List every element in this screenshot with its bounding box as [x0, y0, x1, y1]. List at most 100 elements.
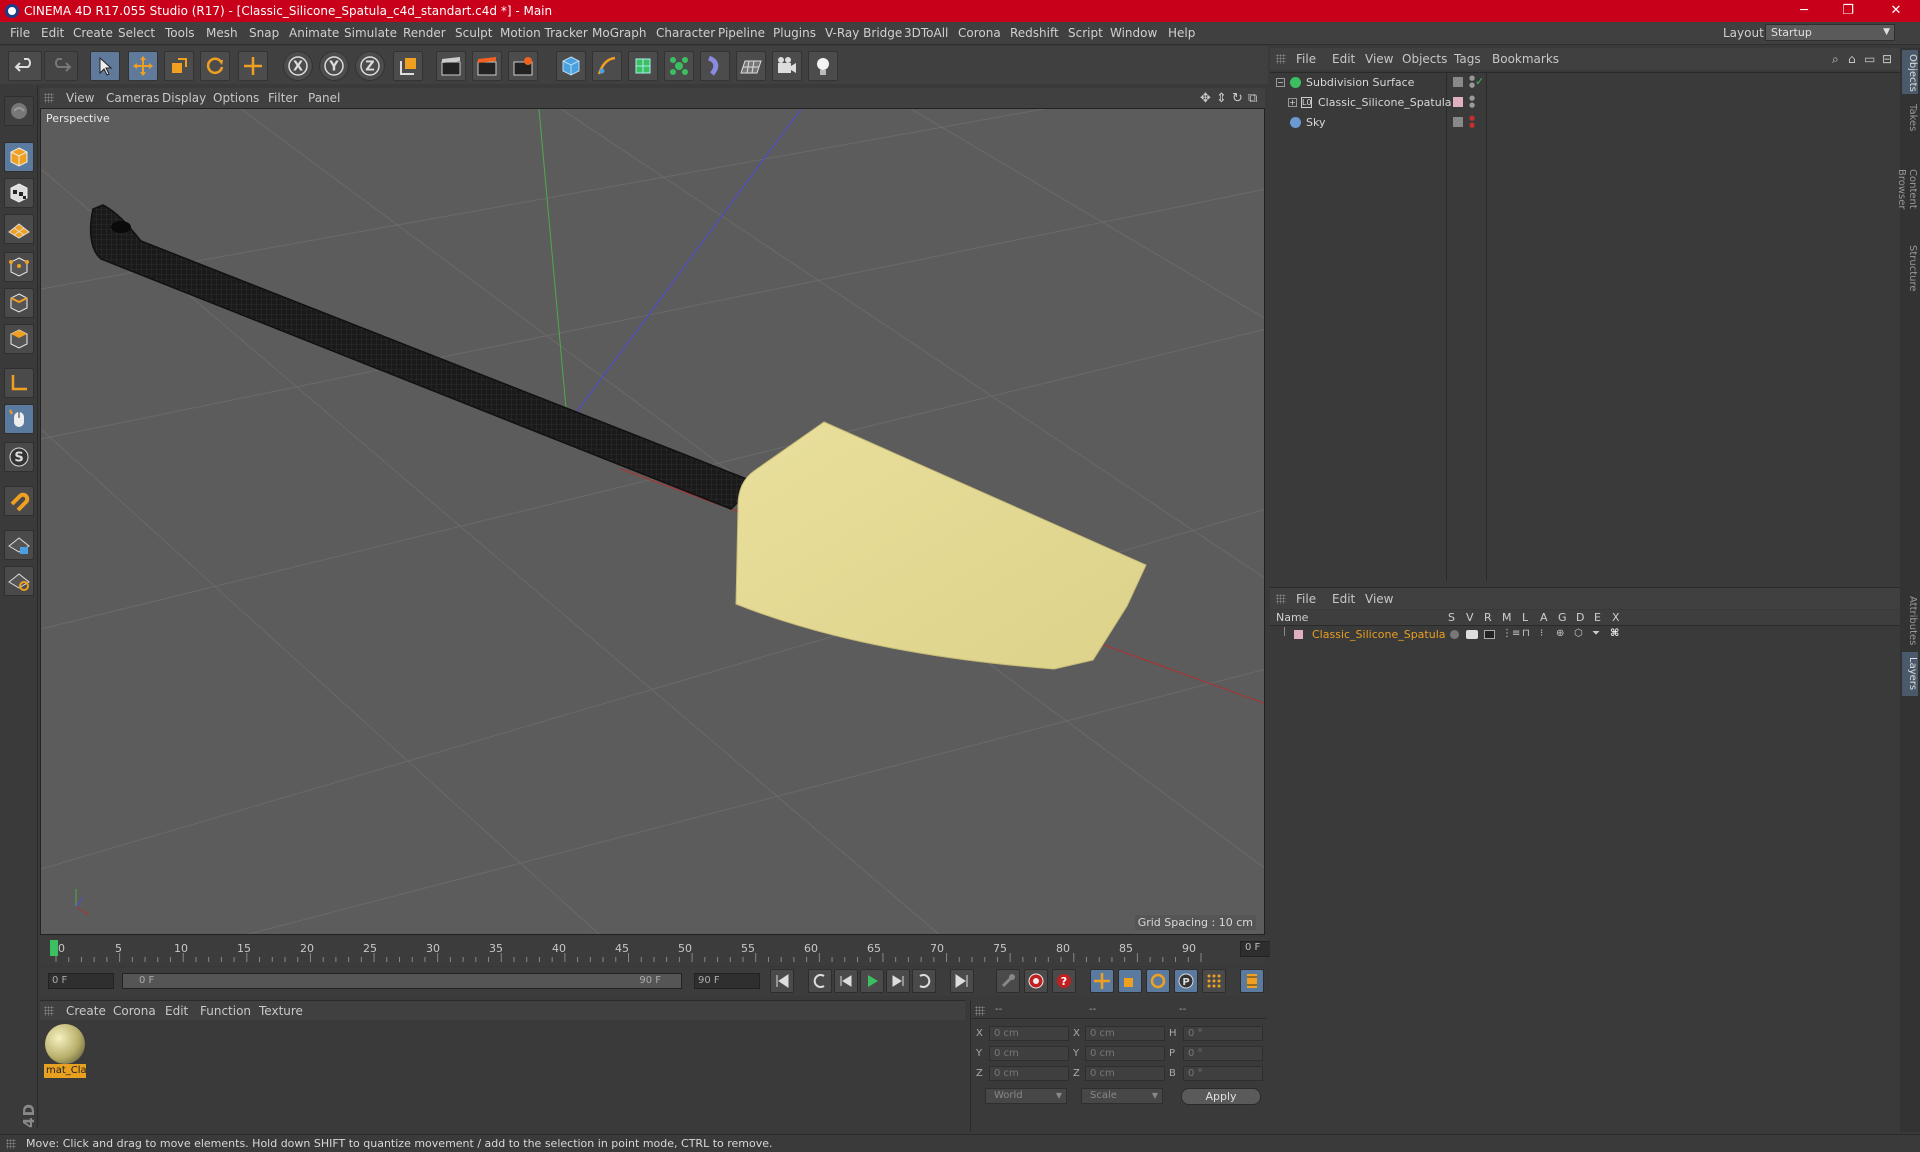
- playhead[interactable]: [50, 940, 58, 956]
- column-generators[interactable]: G: [1558, 611, 1567, 624]
- z-axis-lock-button[interactable]: Z: [355, 51, 385, 81]
- next-frame-button[interactable]: [886, 969, 910, 993]
- visibility-dots-icon[interactable]: ● ●: [1469, 95, 1475, 109]
- live-selection-button[interactable]: [238, 51, 268, 81]
- layer-swatch-icon[interactable]: [1453, 97, 1463, 107]
- layer-color-swatch[interactable]: [1294, 630, 1303, 639]
- material-menu-function[interactable]: Function: [200, 1004, 251, 1018]
- tab-takes[interactable]: Takes: [1902, 98, 1918, 138]
- menu-render[interactable]: Render: [403, 26, 446, 40]
- viewport-move-icon[interactable]: ✥: [1200, 91, 1211, 106]
- viewport-menu-panel[interactable]: Panel: [308, 91, 340, 105]
- layout-select[interactable]: Startup ▼: [1765, 24, 1895, 41]
- expression-icon[interactable]: ⏷: [1592, 628, 1600, 639]
- column-name[interactable]: Name: [1276, 611, 1308, 624]
- menu-snap[interactable]: Snap: [249, 26, 279, 40]
- model-mode-button[interactable]: [4, 142, 34, 172]
- frame-range-slider[interactable]: 0 F 90 F: [122, 973, 682, 989]
- redo-button[interactable]: [44, 51, 78, 81]
- coordinate-mode-select[interactable]: Scale ▼: [1081, 1088, 1163, 1104]
- tab-content-browser[interactable]: Content Browser: [1896, 144, 1918, 234]
- menu-plugins[interactable]: Plugins: [773, 26, 816, 40]
- menu-vray-bridge[interactable]: V-Ray Bridge: [825, 26, 902, 40]
- viewport-menu-display[interactable]: Display: [162, 91, 206, 105]
- planar-workplane-button[interactable]: [4, 566, 34, 596]
- size-y-field[interactable]: 0 cm: [1085, 1046, 1165, 1061]
- menu-mesh[interactable]: Mesh: [206, 26, 238, 40]
- layers-menu-file[interactable]: File: [1296, 592, 1316, 606]
- spline-pen-button[interactable]: [592, 51, 622, 81]
- xref-icon[interactable]: ⌘: [1610, 628, 1619, 639]
- end-frame-field[interactable]: 90 F: [694, 973, 760, 989]
- menu-corona[interactable]: Corona: [958, 26, 1001, 40]
- layers-menu-view[interactable]: View: [1365, 592, 1393, 606]
- objects-menu-objects[interactable]: Objects: [1402, 52, 1447, 66]
- cloner-button[interactable]: [664, 51, 694, 81]
- position-x-field[interactable]: 0 cm: [989, 1026, 1069, 1041]
- texture-mode-button[interactable]: [4, 178, 34, 208]
- column-render[interactable]: R: [1484, 611, 1492, 624]
- tweak-mode-button[interactable]: [4, 404, 34, 434]
- menu-select[interactable]: Select: [118, 26, 155, 40]
- render-settings-button[interactable]: [508, 51, 538, 81]
- column-manager[interactable]: M: [1502, 611, 1512, 624]
- layer-swatch-icon[interactable]: [1453, 77, 1463, 87]
- menu-help[interactable]: Help: [1168, 26, 1195, 40]
- tab-layers[interactable]: Layers: [1902, 652, 1918, 696]
- column-animation[interactable]: A: [1540, 611, 1548, 624]
- restore-button[interactable]: ❐: [1828, 1, 1868, 21]
- objects-menu-bookmarks[interactable]: Bookmarks: [1492, 52, 1559, 66]
- key-position-button[interactable]: [1090, 969, 1114, 993]
- material-menu-corona[interactable]: Corona: [113, 1004, 156, 1018]
- make-editable-button[interactable]: [4, 96, 34, 126]
- tab-objects[interactable]: Objects: [1902, 50, 1918, 94]
- undo-button[interactable]: [8, 51, 42, 81]
- floor-button[interactable]: [736, 51, 766, 81]
- menu-redshift[interactable]: Redshift: [1010, 26, 1059, 40]
- object-row-subdivision-surface[interactable]: − Subdivision Surface ● ● ✓: [1270, 73, 1900, 93]
- rotation-b-field[interactable]: 0 °: [1183, 1066, 1263, 1081]
- material-menu-texture[interactable]: Texture: [259, 1004, 303, 1018]
- key-pla-button[interactable]: [1202, 969, 1226, 993]
- menu-pipeline[interactable]: Pipeline: [718, 26, 765, 40]
- position-z-field[interactable]: 0 cm: [989, 1066, 1069, 1081]
- column-deformers[interactable]: D: [1576, 611, 1584, 624]
- expand-toggle-icon[interactable]: +: [1288, 98, 1297, 107]
- polygons-mode-button[interactable]: [4, 324, 34, 354]
- animation-icon[interactable]: ⁝: [1540, 628, 1543, 639]
- play-forward-button[interactable]: [860, 969, 884, 993]
- timeline-window-button[interactable]: [1240, 969, 1264, 993]
- minimize-button[interactable]: ─: [1784, 1, 1824, 21]
- apply-button[interactable]: Apply: [1181, 1088, 1261, 1105]
- viewport-menu-options[interactable]: Options: [213, 91, 259, 105]
- keyframe-selection-button[interactable]: ?: [1052, 969, 1076, 993]
- key-rotation-button[interactable]: [1146, 969, 1170, 993]
- menu-window[interactable]: Window: [1110, 26, 1157, 40]
- x-axis-lock-button[interactable]: X: [283, 51, 313, 81]
- locked-workplane-button[interactable]: [4, 530, 34, 560]
- home-icon[interactable]: ⌂: [1848, 52, 1856, 66]
- menu-file[interactable]: File: [10, 26, 30, 40]
- goto-end-button[interactable]: [950, 969, 974, 993]
- camera-button[interactable]: [772, 51, 802, 81]
- viewport-menu-view[interactable]: View: [66, 91, 94, 105]
- objects-menu-edit[interactable]: Edit: [1332, 52, 1355, 66]
- lock-icon[interactable]: ⊓: [1522, 628, 1530, 639]
- position-y-field[interactable]: 0 cm: [989, 1046, 1069, 1061]
- visibility-dots-icon[interactable]: ● ●: [1469, 115, 1475, 129]
- timeline-ruler[interactable]: 0 5 10 15 20 25 30 35 40 45 50 55 60 65 …: [40, 937, 1305, 965]
- manager-tree-icon[interactable]: ⋮≡: [1502, 628, 1520, 639]
- cube-primitive-button[interactable]: [556, 51, 586, 81]
- layers-menu-edit[interactable]: Edit: [1332, 592, 1355, 606]
- column-locked[interactable]: L: [1522, 611, 1528, 624]
- viewport-zoom-icon[interactable]: ⇕: [1216, 91, 1227, 106]
- menu-3dtoall[interactable]: 3DToAll: [904, 26, 948, 40]
- points-mode-button[interactable]: [4, 252, 34, 282]
- tab-attributes[interactable]: Attributes: [1902, 588, 1918, 654]
- size-z-field[interactable]: 0 cm: [1085, 1066, 1165, 1081]
- previous-key-button[interactable]: [808, 969, 832, 993]
- objects-menu-file[interactable]: File: [1296, 52, 1316, 66]
- objects-menu-tags[interactable]: Tags: [1454, 52, 1481, 66]
- collapse-toggle-icon[interactable]: −: [1276, 78, 1285, 87]
- coordinate-system-button[interactable]: [393, 51, 423, 81]
